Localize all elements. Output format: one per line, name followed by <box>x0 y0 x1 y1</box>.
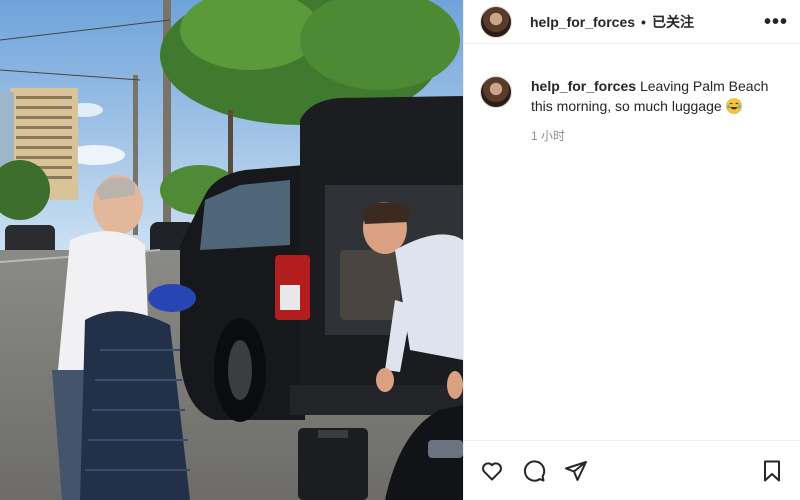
header-separator: • <box>641 13 646 30</box>
author-username[interactable]: help_for_forces <box>530 14 635 30</box>
caption-body: help_for_forces Leaving Palm Beach this … <box>531 76 786 146</box>
heart-icon[interactable] <box>480 459 504 483</box>
post-timestamp: 1 小时 <box>531 129 566 143</box>
caption-author-avatar[interactable] <box>480 76 512 108</box>
post-header: help_for_forces • 已关注 ••• <box>464 0 800 44</box>
bookmark-icon[interactable] <box>760 459 784 483</box>
post-caption: help_for_forces Leaving Palm Beach this … <box>464 44 800 146</box>
follow-status-button[interactable]: 已关注 <box>652 12 694 32</box>
caption-username[interactable]: help_for_forces <box>531 78 636 94</box>
send-icon[interactable] <box>564 459 588 483</box>
comment-icon[interactable] <box>522 459 546 483</box>
author-avatar[interactable] <box>480 5 512 38</box>
post-photo[interactable] <box>0 0 463 500</box>
action-bar <box>464 440 800 500</box>
laughing-tears-emoji <box>725 98 742 114</box>
more-horizontal-icon[interactable]: ••• <box>764 12 788 32</box>
instagram-post-view: help_for_forces • 已关注 ••• help_for_force… <box>0 0 800 500</box>
street-scene-illustration <box>0 0 463 500</box>
post-side-panel: help_for_forces • 已关注 ••• help_for_force… <box>463 0 800 500</box>
